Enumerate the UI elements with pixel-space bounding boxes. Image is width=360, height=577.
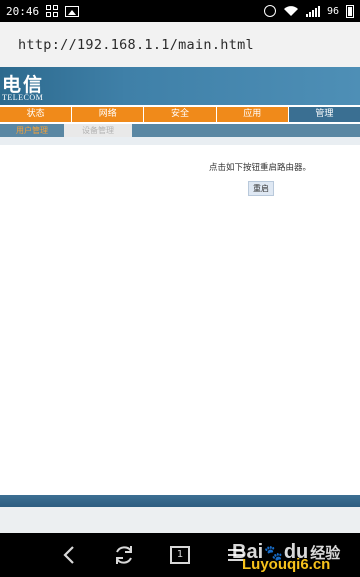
status-bar: 20:46 96 [0, 0, 360, 22]
footer-light-area [0, 507, 360, 533]
status-right: 96 [263, 4, 354, 18]
tab-network[interactable]: 网络 [72, 107, 144, 122]
back-button[interactable] [57, 544, 81, 566]
battery-level: 96 [326, 5, 339, 17]
tab-status[interactable]: 状态 [0, 107, 72, 122]
content-area: 点击如下按钮重启路由器。 重启 [0, 145, 360, 495]
signal-icon [305, 5, 320, 17]
site-watermark: Luyouqi6.cn [242, 556, 331, 573]
reboot-button[interactable]: 重启 [248, 181, 274, 196]
refresh-icon [116, 546, 132, 564]
alarm-icon [263, 5, 276, 17]
reboot-instruction: 点击如下按钮重启路由器。 [209, 163, 312, 173]
tab-security[interactable]: 安全 [144, 107, 216, 122]
brand-logo-en: TELECOM [2, 93, 44, 102]
grid-icon [46, 5, 59, 17]
status-left: 20:46 [6, 4, 80, 18]
status-time: 20:46 [6, 4, 40, 18]
refresh-button[interactable] [112, 544, 136, 566]
browser-url-bar[interactable]: http://192.168.1.1/main.html [0, 22, 360, 67]
tabs-button[interactable]: 1 [168, 544, 192, 566]
divider [0, 137, 360, 145]
tab-application[interactable]: 应用 [216, 107, 288, 122]
battery-icon [346, 4, 354, 18]
main-nav: 状态 网络 安全 应用 管理 [0, 107, 360, 122]
back-arrow-icon [63, 546, 74, 564]
router-header-banner: 电信 TELECOM [0, 67, 360, 105]
wifi-icon [283, 6, 298, 16]
tabs-count: 1 [170, 546, 190, 564]
url-text[interactable]: http://192.168.1.1/main.html [18, 37, 254, 53]
sub-nav: 用户管理 设备管理 [0, 124, 360, 137]
tab-management[interactable]: 管理 [288, 107, 360, 122]
picture-icon [65, 5, 80, 17]
router-footer-band [0, 495, 360, 507]
subnav-user-management[interactable]: 用户管理 [0, 124, 64, 137]
subnav-device-management[interactable]: 设备管理 [64, 124, 132, 137]
